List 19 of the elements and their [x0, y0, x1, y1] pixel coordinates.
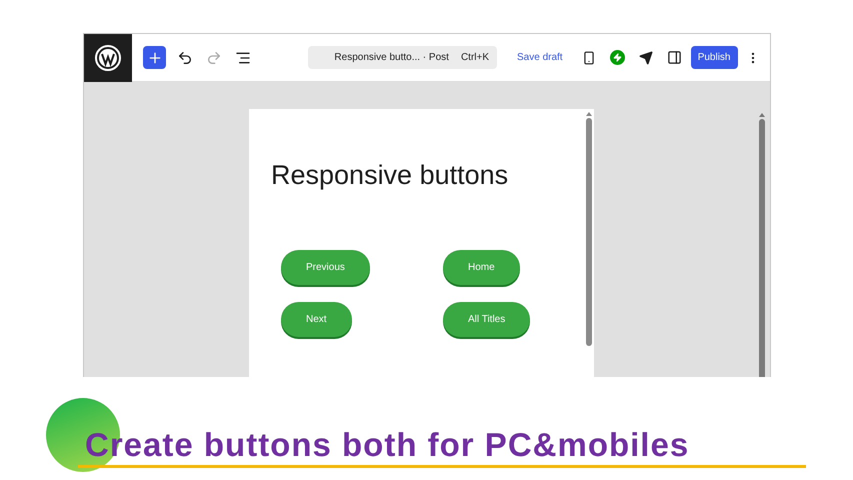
page-heading: Responsive buttons	[270, 159, 510, 192]
command-palette-button[interactable]: Responsive butto... · Post Ctrl+K	[308, 46, 497, 69]
logo-icon[interactable]	[84, 34, 132, 82]
lightning-icon[interactable]	[610, 50, 625, 65]
send-icon[interactable]	[638, 50, 653, 64]
page-button[interactable]: Next	[281, 302, 352, 336]
sidebar-toggle-icon[interactable]	[666, 50, 682, 65]
page-button[interactable]: Home	[443, 250, 520, 284]
publish-button[interactable]: Publish	[690, 46, 738, 69]
list-view-icon[interactable]	[235, 50, 251, 66]
document-title: Responsive butto... · Post	[334, 51, 449, 65]
mobile-preview-icon[interactable]	[582, 50, 596, 64]
shortcut-label: Ctrl+K	[460, 51, 489, 65]
undo-icon[interactable]	[177, 50, 193, 66]
page-button[interactable]: Previous	[281, 250, 370, 284]
save-draft-button[interactable]: Save draft	[517, 50, 563, 65]
page-button[interactable]: All Titles	[443, 302, 530, 336]
add-block-button[interactable]	[143, 46, 166, 69]
plus-icon	[146, 50, 162, 66]
